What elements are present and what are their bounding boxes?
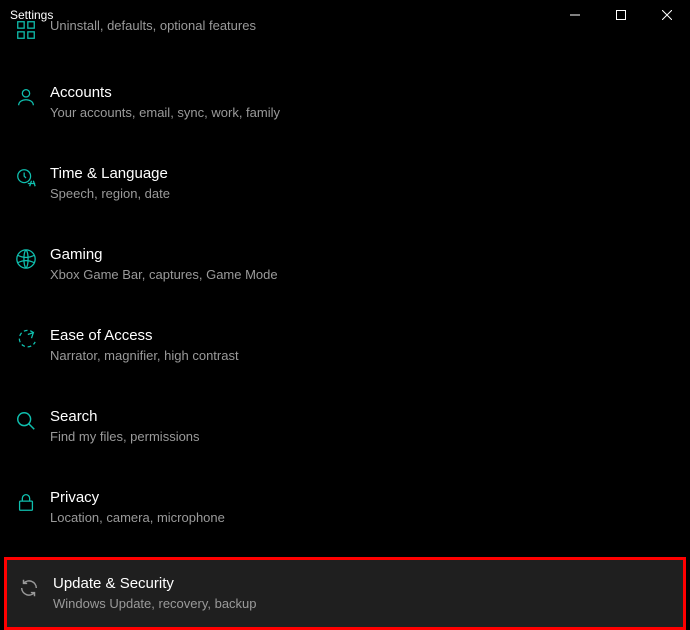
- settings-item-time-language[interactable]: Time & Language Speech, region, date: [0, 152, 690, 215]
- settings-item-apps[interactable]: Uninstall, defaults, optional features: [0, 16, 690, 53]
- settings-item-update-security[interactable]: Update & Security Windows Update, recove…: [4, 557, 686, 630]
- settings-item-gaming[interactable]: Gaming Xbox Game Bar, captures, Game Mod…: [0, 233, 690, 296]
- update-security-icon: [17, 577, 41, 599]
- item-subtitle: Uninstall, defaults, optional features: [50, 17, 256, 35]
- item-subtitle: Narrator, magnifier, high contrast: [50, 347, 239, 365]
- item-title: Privacy: [50, 488, 225, 508]
- accounts-icon: [14, 86, 38, 108]
- time-language-icon: [14, 167, 38, 189]
- privacy-icon: [14, 491, 38, 513]
- settings-item-search[interactable]: Search Find my files, permissions: [0, 395, 690, 458]
- item-title: Gaming: [50, 245, 278, 265]
- item-subtitle: Windows Update, recovery, backup: [53, 595, 257, 613]
- item-subtitle: Your accounts, email, sync, work, family: [50, 104, 280, 122]
- settings-item-ease-of-access[interactable]: Ease of Access Narrator, magnifier, high…: [0, 314, 690, 377]
- settings-item-accounts[interactable]: Accounts Your accounts, email, sync, wor…: [0, 71, 690, 134]
- item-subtitle: Xbox Game Bar, captures, Game Mode: [50, 266, 278, 284]
- item-title: Time & Language: [50, 164, 170, 184]
- gaming-icon: [14, 248, 38, 270]
- ease-of-access-icon: [14, 329, 38, 351]
- item-subtitle: Find my files, permissions: [50, 428, 200, 446]
- item-title: Search: [50, 407, 200, 427]
- item-title: Update & Security: [53, 574, 257, 594]
- settings-list: Uninstall, defaults, optional features A…: [0, 30, 690, 533]
- settings-item-privacy[interactable]: Privacy Location, camera, microphone: [0, 476, 690, 539]
- item-title: Ease of Access: [50, 326, 239, 346]
- search-icon: [14, 410, 38, 432]
- item-title: Accounts: [50, 83, 280, 103]
- item-subtitle: Location, camera, microphone: [50, 509, 225, 527]
- apps-icon: [14, 19, 38, 41]
- item-subtitle: Speech, region, date: [50, 185, 170, 203]
